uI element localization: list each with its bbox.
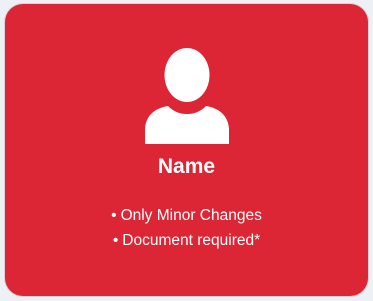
feature-text: Document required* bbox=[122, 232, 261, 249]
feature-text: Only Minor Changes bbox=[120, 207, 262, 224]
bullet-icon: • bbox=[112, 232, 119, 249]
card-title: Name bbox=[157, 155, 216, 178]
feature-list: • Only Minor Changes • Document required* bbox=[5, 203, 368, 253]
plan-card[interactable]: Name • Only Minor Changes • Document requi… bbox=[5, 4, 368, 296]
feature-item: • Only Minor Changes bbox=[5, 203, 368, 228]
feature-item: • Document required* bbox=[5, 228, 368, 253]
bullet-icon: • bbox=[111, 207, 117, 224]
user-avatar-icon bbox=[145, 48, 229, 144]
